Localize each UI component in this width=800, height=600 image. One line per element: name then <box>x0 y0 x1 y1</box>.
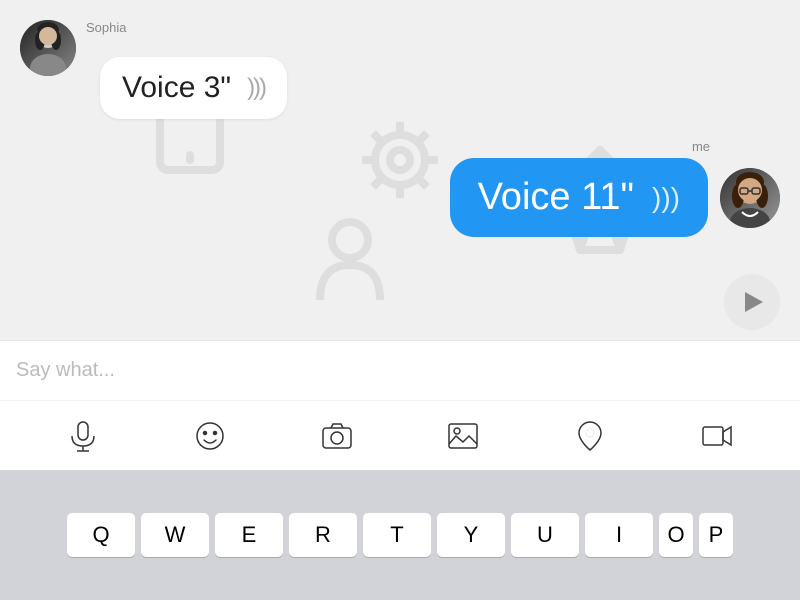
keyboard: Q W E R T Y U I O P <box>0 470 800 600</box>
me-sound-icon: ))) <box>652 182 680 214</box>
message-me: me Voice 11" ))) <box>0 129 800 247</box>
video-button[interactable] <box>695 414 739 458</box>
input-area <box>0 340 800 400</box>
emoji-button[interactable] <box>188 414 232 458</box>
keyboard-row-1: Q W E R T Y U I O P <box>67 513 733 557</box>
message-sophia: Sophia Voice 3" ))) <box>0 0 800 129</box>
image-button[interactable] <box>441 414 485 458</box>
key-e[interactable]: E <box>215 513 283 557</box>
sophia-message-text: Voice 3" <box>122 71 231 105</box>
key-q[interactable]: Q <box>67 513 135 557</box>
key-p-partial[interactable]: P <box>699 513 733 557</box>
toolbar <box>0 400 800 470</box>
send-icon <box>745 292 763 312</box>
microphone-button[interactable] <box>61 414 105 458</box>
key-u[interactable]: U <box>511 513 579 557</box>
location-button[interactable] <box>568 414 612 458</box>
me-label: me <box>692 139 710 154</box>
me-message-text: Voice 11" <box>478 176 634 219</box>
sophia-name-label: Sophia <box>86 20 287 35</box>
message-input[interactable] <box>16 359 784 382</box>
key-i[interactable]: I <box>585 513 653 557</box>
key-w[interactable]: W <box>141 513 209 557</box>
sophia-sound-icon: ))) <box>247 74 265 102</box>
key-t[interactable]: T <box>363 513 431 557</box>
avatar-sophia <box>20 20 76 76</box>
key-o-partial[interactable]: O <box>659 513 693 557</box>
bubble-me[interactable]: Voice 11" ))) <box>450 158 708 237</box>
key-r[interactable]: R <box>289 513 357 557</box>
bubble-sophia[interactable]: Voice 3" ))) <box>100 57 287 119</box>
key-y[interactable]: Y <box>437 513 505 557</box>
camera-button[interactable] <box>315 414 359 458</box>
send-button[interactable] <box>724 274 780 330</box>
avatar-me <box>720 168 780 228</box>
chat-area: Sophia Voice 3" ))) me Voice 11" ))) <box>0 0 800 340</box>
